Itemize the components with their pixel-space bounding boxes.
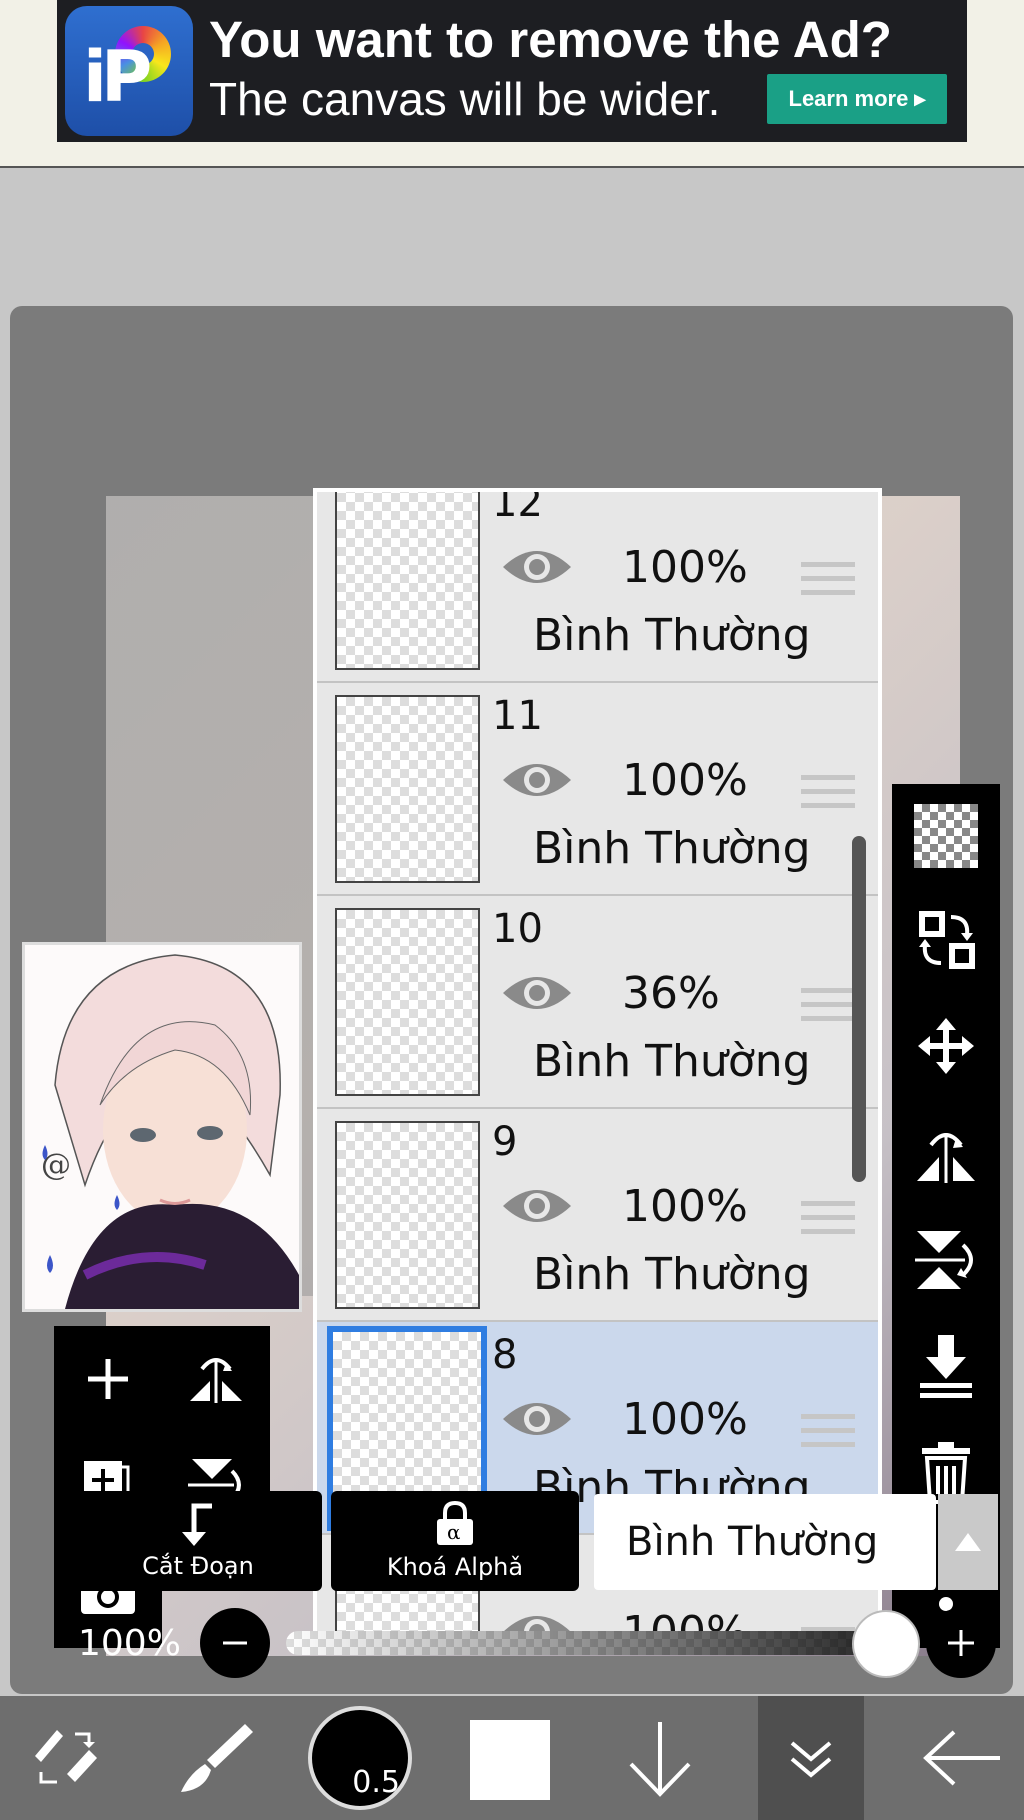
flip-vertical-icon [915, 1231, 973, 1289]
transparent-background-button[interactable] [902, 792, 990, 880]
merge-down-icon [920, 1335, 972, 1398]
drag-handle-icon[interactable] [801, 775, 855, 809]
drag-handle-icon[interactable] [801, 988, 855, 1022]
alpha-lock-label: Khoá Alphǎ [386, 1553, 524, 1581]
layer-row[interactable]: 9 100% Bình Thường [317, 1109, 878, 1322]
layer-opacity[interactable]: 100% [622, 755, 748, 806]
layer-row[interactable]: 10 36% Bình Thường [317, 896, 878, 1109]
move-icon [918, 1018, 974, 1074]
eye-icon[interactable] [501, 758, 573, 802]
flip-horizontal-button[interactable] [902, 1110, 990, 1198]
canvas-area[interactable]: @ 12 100% Bình Thường 11 100% Bình Thườn… [0, 170, 1024, 1694]
brush-eraser-swap-icon [35, 1730, 97, 1784]
drag-handle-icon[interactable] [801, 1201, 855, 1235]
triangle-up-icon [955, 1533, 981, 1551]
ibis-paint-logo: iP [65, 6, 193, 136]
canvas-preview-thumbnail[interactable]: @ [22, 942, 302, 1312]
brush-size-indicator[interactable]: 0.5 [308, 1706, 412, 1810]
layer-down-button[interactable] [610, 1696, 710, 1820]
layer-thumbnail[interactable] [335, 908, 480, 1096]
layer-opacity[interactable]: 100% [622, 1394, 748, 1445]
portrait-illustration: @ [25, 945, 299, 1309]
layer-name: 12 [492, 488, 543, 526]
layer-opacity[interactable]: 36% [622, 968, 720, 1019]
drag-handle-icon[interactable] [801, 562, 855, 596]
layer-list-inner: 12 100% Bình Thường 11 100% Bình Thường 10 36% B… [317, 488, 878, 1645]
minus-icon [223, 1641, 247, 1645]
eye-icon[interactable] [501, 1397, 573, 1441]
double-chevron-down-icon [790, 1741, 832, 1778]
ad-area: iP You want to remove the Ad? The canvas… [0, 0, 1024, 168]
transparency-icon [914, 804, 978, 868]
ad-banner[interactable]: iP You want to remove the Ad? The canvas… [57, 0, 967, 142]
app-root: iP You want to remove the Ad? The canvas… [0, 0, 1024, 1820]
layer-list[interactable]: 12 100% Bình Thường 11 100% Bình Thường 10 36% B… [313, 488, 882, 1649]
swap-layer-button[interactable] [902, 896, 990, 984]
layer-opacity[interactable]: 100% [622, 1181, 748, 1232]
ad-title: You want to remove the Ad? [209, 11, 892, 68]
merge-down-button[interactable] [902, 1322, 990, 1410]
brush-size-value: 0.5 [352, 1765, 400, 1800]
drag-handle-icon[interactable] [801, 1414, 855, 1448]
svg-text:α: α [447, 1520, 461, 1544]
blend-mode-toggle[interactable] [938, 1494, 998, 1590]
layer-thumbnail[interactable] [335, 695, 480, 883]
opacity-slider-track[interactable] [286, 1631, 886, 1655]
lock-icon: α [437, 1501, 473, 1545]
layer-blend-mode[interactable]: Bình Thường [533, 1249, 811, 1300]
opacity-increase-button[interactable] [926, 1608, 996, 1678]
clipping-button[interactable]: Cắt Đoạn [74, 1491, 322, 1591]
tool-switch-button[interactable] [0, 1696, 130, 1820]
ad-subtitle: The canvas will be wider. [209, 73, 721, 125]
eye-icon[interactable] [501, 971, 573, 1015]
layer-blend-mode[interactable]: Bình Thường [533, 823, 811, 874]
layer-thumbnail[interactable] [335, 492, 480, 670]
eye-icon[interactable] [501, 1184, 573, 1228]
opacity-label: 100% [78, 1623, 181, 1664]
layer-row[interactable]: 12 100% Bình Thường [317, 488, 878, 683]
layer-row[interactable]: 11 100% Bình Thường [317, 683, 878, 896]
opacity-decrease-button[interactable] [200, 1608, 270, 1678]
layer-name: 11 [492, 693, 543, 739]
blend-mode-select[interactable]: Bình Thường [594, 1494, 936, 1590]
arrow-down-icon [629, 1722, 691, 1797]
flip-horizontal-icon [917, 1133, 975, 1183]
flip-horizontal-icon [190, 1358, 242, 1403]
flip-vertical-button[interactable] [902, 1216, 990, 1304]
layer-list-scrollbar[interactable] [852, 836, 866, 1182]
layer-opacity[interactable]: 100% [622, 542, 748, 593]
arrow-left-icon [923, 1730, 1000, 1786]
layer-panel-button[interactable] [758, 1696, 864, 1820]
layer-name: 9 [492, 1119, 518, 1165]
back-button[interactable] [900, 1696, 1024, 1820]
current-color-swatch[interactable] [470, 1720, 550, 1800]
layer-blend-mode[interactable]: Bình Thường [533, 610, 811, 661]
clipping-arrow-icon [182, 1503, 212, 1546]
logo-text: iP [83, 36, 152, 118]
brush-tool-button[interactable] [160, 1696, 270, 1820]
bottom-toolbar: 0.5 [0, 1696, 1024, 1820]
brush-icon [181, 1724, 253, 1792]
plus-icon [948, 1630, 974, 1656]
add-layer-button[interactable] [54, 1326, 162, 1432]
layer-name: 10 [492, 906, 543, 952]
learn-more-button[interactable]: Learn more ▸ [767, 74, 947, 124]
layer-name: 8 [492, 1332, 518, 1378]
clipping-label: Cắt Đoạn [142, 1552, 254, 1580]
layer-blend-mode[interactable]: Bình Thường [533, 1036, 811, 1087]
opacity-slider-thumb[interactable] [852, 1610, 920, 1678]
swap-icon [919, 911, 975, 969]
add-layer-icon [88, 1359, 128, 1399]
alpha-lock-button[interactable]: α Khoá Alphǎ [331, 1491, 579, 1591]
move-layer-button[interactable] [902, 1002, 990, 1090]
layer-thumbnail[interactable] [335, 1121, 480, 1309]
eye-icon[interactable] [501, 545, 573, 589]
flip-layer-horizontal-button[interactable] [162, 1326, 270, 1432]
